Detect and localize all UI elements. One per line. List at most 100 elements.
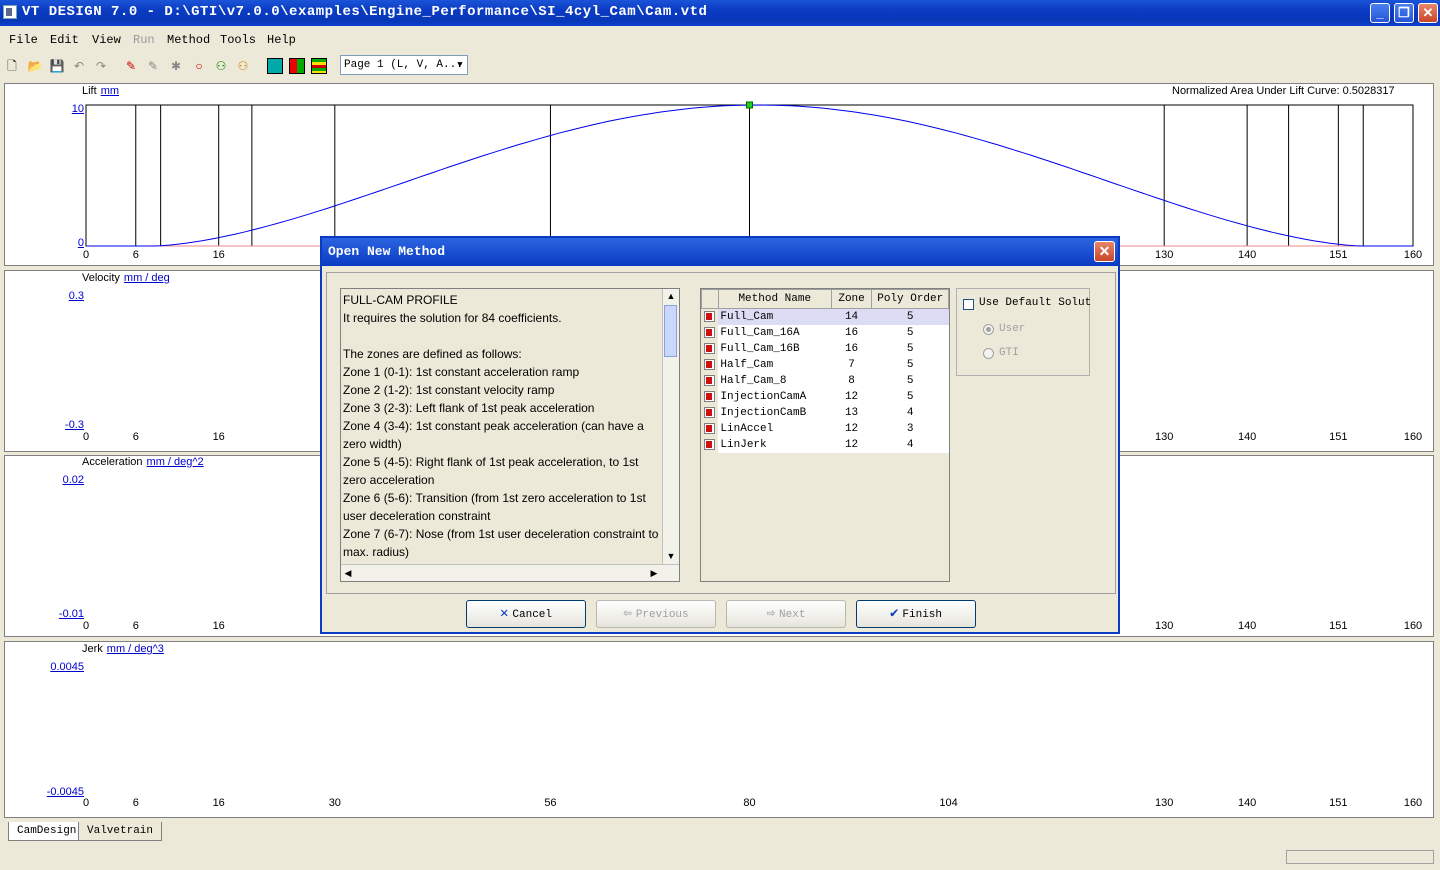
description-line: Zone 4 (3-4): 1st constant peak accelera…	[343, 419, 644, 451]
jerk-x-tick-label: 6	[132, 797, 139, 809]
poly-order-cell: 5	[871, 357, 949, 373]
option-gti-label: GTI	[999, 347, 1019, 359]
arrow-left-icon: ⇦	[623, 606, 632, 622]
default-solution-group: Use Default Solut User GTI	[956, 288, 1091, 376]
dialog-title-bar: Open New Method ✕	[322, 238, 1118, 266]
jerk-unit-link[interactable]: mm / deg^3	[107, 643, 164, 655]
use-default-checkbox[interactable]	[963, 299, 974, 310]
velocity-ymax[interactable]: 0.3	[4, 290, 84, 302]
description-line: The zones are defined as follows:	[343, 347, 522, 361]
previous-button[interactable]: ⇦ Previous	[596, 600, 716, 628]
description-vertical-scrollbar[interactable]: ▲ ▼	[662, 289, 679, 565]
jerk-label: Jerk mm / deg^3	[82, 643, 164, 655]
method-icon	[704, 326, 716, 338]
jerk-x-tick-label: 104	[939, 797, 958, 809]
dialog-close-icon[interactable]: ✕	[1094, 241, 1115, 262]
method-icon	[704, 406, 716, 418]
method-description-text: FULL-CAM PROFILE It requires the solution…	[343, 291, 661, 563]
scroll-left-icon[interactable]: ◀	[341, 566, 355, 580]
description-line: Zone 5 (4-5): Right flank of 1st peak ac…	[343, 455, 639, 487]
col-zone[interactable]: Zone	[830, 289, 873, 309]
velocity-ymin[interactable]: -0.3	[4, 419, 84, 431]
acceleration-ymax[interactable]: 0.02	[4, 474, 84, 486]
lift-x-tick-label: 160	[1403, 249, 1423, 261]
jerk-x-tick-label: 30	[328, 797, 341, 809]
next-button[interactable]: ⇨ Next	[726, 600, 846, 628]
scroll-down-icon[interactable]: ▼	[664, 549, 678, 563]
velocity-x-tick-label: 16	[212, 431, 225, 443]
lift-x-tick-label: 16	[212, 249, 225, 261]
method-table[interactable]: Method Name Zone Poly Order Full_Cam 14 5 F…	[700, 288, 950, 582]
method-name-cell: LinAccel	[718, 421, 832, 437]
option-gti-radio[interactable]	[983, 348, 994, 359]
dialog-title: Open New Method	[328, 244, 446, 259]
zone-cell: 13	[831, 405, 872, 421]
table-row[interactable]: Full_Cam 14 5	[701, 308, 949, 325]
status-progress	[1286, 850, 1434, 864]
finish-button[interactable]: ✔ Finish	[856, 600, 976, 628]
table-row[interactable]: Full_Cam_16B 16 5	[701, 341, 949, 357]
poly-order-cell: 5	[871, 325, 949, 341]
zone-cell: 14	[831, 308, 872, 325]
acceleration-label: Acceleration mm / deg^2	[82, 456, 204, 468]
table-row[interactable]: InjectionCamB 13 4	[701, 405, 949, 421]
scroll-thumb[interactable]	[664, 305, 677, 357]
method-icon	[704, 342, 716, 354]
table-row[interactable]: LinJerk 12 4	[701, 437, 949, 453]
acceleration-unit-link[interactable]: mm / deg^2	[147, 456, 204, 468]
jerk-x-tick-label: 56	[544, 797, 557, 809]
method-name-cell: LinJerk	[718, 437, 832, 453]
description-line: Zone 6 (5-6): Transition (from 1st zero …	[343, 491, 646, 523]
jerk-x-tick-label: 0	[82, 797, 90, 809]
jerk-ymin[interactable]: -0.0045	[4, 786, 84, 798]
lift-control-point	[746, 101, 753, 109]
scroll-up-icon[interactable]: ▲	[664, 289, 678, 303]
acceleration-x-tick-label: 16	[212, 620, 225, 632]
method-description-box[interactable]: FULL-CAM PROFILE It requires the solution…	[340, 288, 680, 582]
description-horizontal-scrollbar[interactable]: ◀ ▶	[341, 564, 679, 581]
cancel-button[interactable]: ✕ Cancel	[466, 600, 586, 628]
col-poly-order[interactable]: Poly Order	[871, 289, 949, 309]
velocity-x-tick-label: 0	[82, 431, 90, 443]
description-line: Zone 2 (1-2): 1st constant velocity ramp	[343, 383, 555, 397]
acceleration-x-tick-label: 130	[1155, 620, 1174, 632]
jerk-ymax[interactable]: 0.0045	[4, 661, 84, 673]
table-row[interactable]: Half_Cam 7 5	[701, 357, 949, 373]
poly-order-cell: 3	[871, 421, 949, 437]
acceleration-ymin[interactable]: -0.01	[4, 608, 84, 620]
jerk-x-tick-label: 151	[1329, 797, 1348, 809]
jerk-x-tick-label: 140	[1237, 797, 1257, 809]
description-line: FULL-CAM PROFILE	[343, 293, 458, 307]
tab-camdesign[interactable]: CamDesign	[8, 822, 86, 841]
zone-cell: 12	[831, 389, 872, 405]
option-user-radio[interactable]	[983, 324, 994, 335]
table-row[interactable]: InjectionCamA 12 5	[701, 389, 949, 405]
jerk-panel[interactable]	[4, 641, 1434, 818]
checkmark-icon: ✔	[889, 606, 899, 622]
method-icon	[704, 358, 716, 370]
velocity-x-tick-label: 140	[1237, 431, 1257, 443]
method-name-cell: Full_Cam	[718, 308, 832, 325]
scroll-right-icon[interactable]: ▶	[647, 566, 661, 580]
lift-x-tick-label: 0	[82, 249, 90, 261]
col-method-name[interactable]: Method Name	[717, 289, 832, 309]
zone-cell: 16	[831, 325, 872, 341]
method-name-cell: Half_Cam_8	[718, 373, 832, 389]
tab-valvetrain[interactable]: Valvetrain	[78, 822, 163, 841]
jerk-x-tick-label: 16	[212, 797, 225, 809]
method-name-cell: InjectionCamB	[718, 405, 832, 421]
jerk-x-tick-label: 80	[743, 797, 756, 809]
table-row[interactable]: LinAccel 12 3	[701, 421, 949, 437]
velocity-x-tick-label: 160	[1403, 431, 1423, 443]
poly-order-cell: 5	[871, 373, 949, 389]
lift-x-tick-label: 151	[1329, 249, 1348, 261]
acceleration-x-tick-label: 140	[1237, 620, 1257, 632]
zone-cell: 7	[831, 357, 872, 373]
table-row[interactable]: Full_Cam_16A 16 5	[701, 325, 949, 341]
description-line: Zone 7 (6-7): Nose (from 1st user decele…	[343, 527, 659, 559]
poly-order-cell: 5	[871, 389, 949, 405]
velocity-unit-link[interactable]: mm / deg	[124, 272, 170, 284]
method-name-cell: Half_Cam	[718, 357, 832, 373]
table-row[interactable]: Half_Cam_8 8 5	[701, 373, 949, 389]
poly-order-cell: 4	[871, 405, 949, 421]
